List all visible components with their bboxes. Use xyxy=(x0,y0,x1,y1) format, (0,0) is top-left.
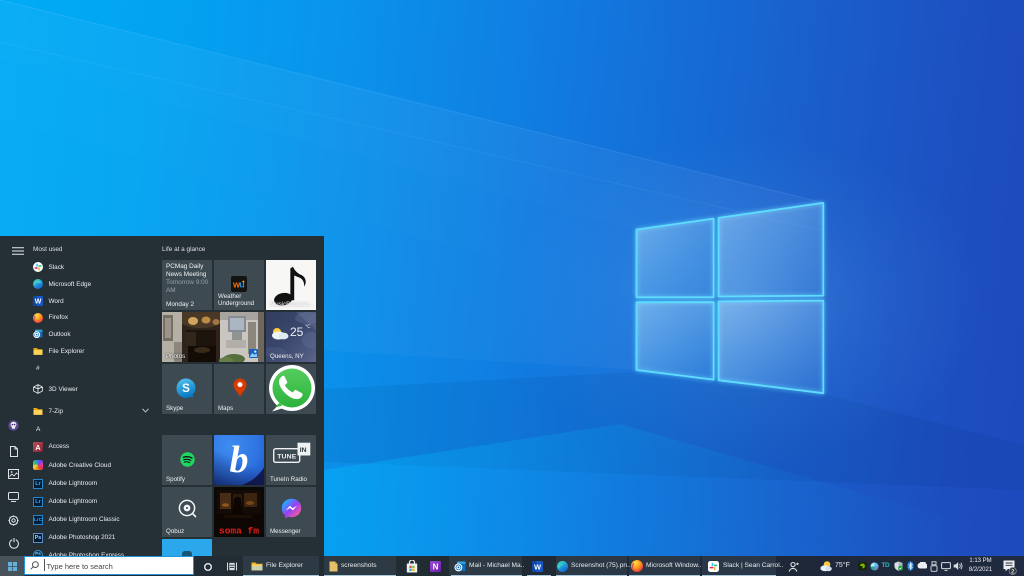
svg-text:W: W xyxy=(533,562,541,571)
svg-text:2: 2 xyxy=(1011,568,1015,575)
svg-text:W: W xyxy=(35,299,42,306)
svg-text:A: A xyxy=(35,442,41,451)
svg-text:TUNE: TUNE xyxy=(277,453,297,460)
svg-text:S: S xyxy=(182,383,190,395)
svg-text:soma fm: soma fm xyxy=(219,526,259,535)
svg-text:N: N xyxy=(433,562,439,571)
svg-text:IN: IN xyxy=(300,447,307,454)
